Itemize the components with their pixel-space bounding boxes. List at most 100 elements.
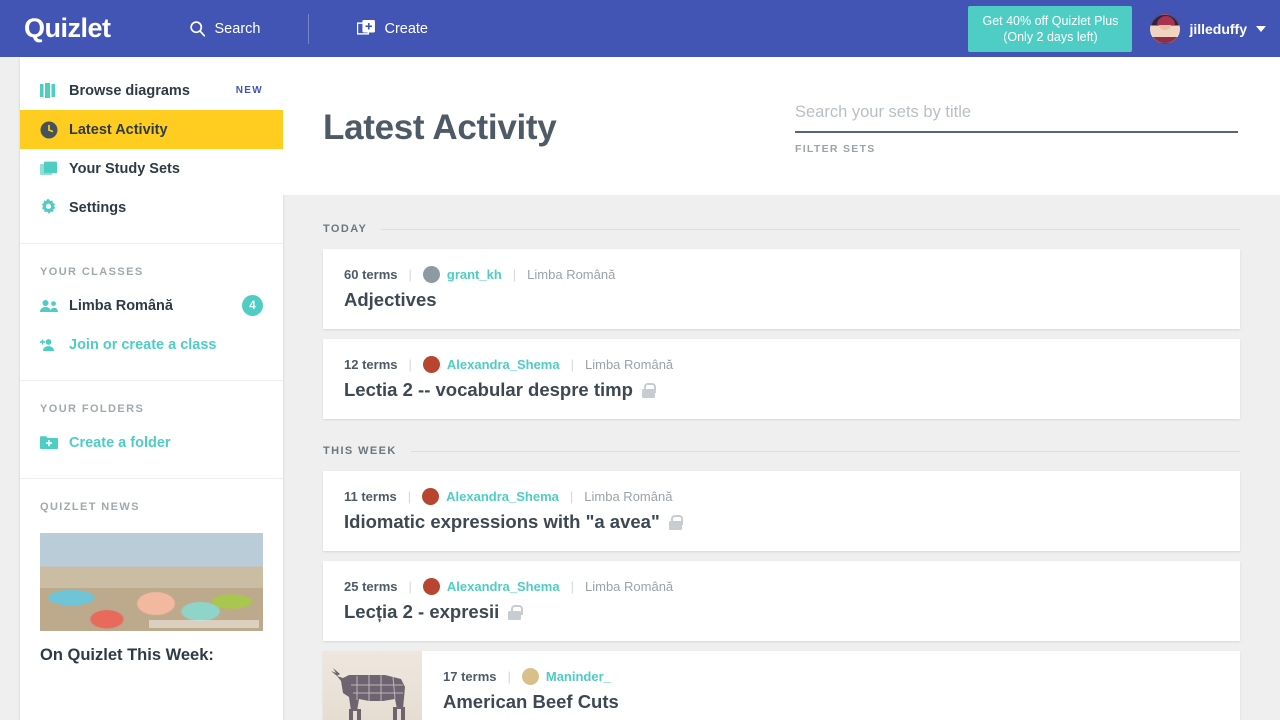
- section-header: THIS WEEK: [323, 445, 1240, 457]
- news-thumbnail[interactable]: [40, 533, 263, 631]
- sidebar: Browse diagrams NEW Latest Activity Your…: [20, 57, 283, 720]
- gear-icon: [40, 199, 62, 216]
- study-set-class[interactable]: Limba Română: [527, 267, 615, 282]
- study-set-body: 11 terms | Alexandra_Shema | Limba Română Idi…: [323, 471, 684, 551]
- meta-separator: |: [570, 579, 574, 594]
- study-set-card[interactable]: 17 terms | Maninder_ American Beef Cuts: [323, 651, 1240, 720]
- add-people-icon: [40, 338, 62, 352]
- header-nav-divider: [308, 13, 310, 44]
- study-set-author[interactable]: Alexandra_Shema: [447, 579, 560, 594]
- create-icon: [357, 20, 376, 37]
- sidebar-join-create-class[interactable]: Join or create a class: [20, 325, 283, 364]
- quizlet-logo[interactable]: Quizlet: [24, 13, 111, 44]
- study-set-body: 17 terms | Maninder_ American Beef Cuts: [422, 651, 619, 720]
- study-set-term-count: 11 terms: [344, 489, 397, 504]
- new-badge: NEW: [235, 85, 263, 96]
- lock-icon: [668, 515, 684, 530]
- study-set-title: American Beef Cuts: [443, 691, 619, 712]
- study-set-title-row: Lecția 2 - expresii: [344, 601, 673, 623]
- avatar: [1150, 13, 1181, 44]
- promo-line-1: Get 40% off Quizlet Plus: [982, 13, 1119, 28]
- add-folder-icon: [40, 435, 62, 450]
- meta-separator: |: [512, 267, 517, 282]
- sidebar-class-label: Limba Română: [69, 297, 173, 314]
- sidebar-create-folder[interactable]: Create a folder: [20, 423, 283, 462]
- sidebar-item-browse-diagrams[interactable]: Browse diagrams NEW: [20, 71, 283, 110]
- author-avatar: [422, 578, 440, 595]
- meta-separator: |: [408, 357, 412, 372]
- clock-icon: [40, 121, 62, 139]
- news-heading: QUIZLET NEWS: [40, 501, 140, 513]
- lock-icon: [508, 605, 523, 620]
- study-set-author[interactable]: grant_kh: [447, 267, 502, 282]
- filter-search-wrap: FILTER SETS: [795, 103, 1238, 155]
- study-set-card[interactable]: 12 terms | Alexandra_Shema | Limba Română Lec…: [323, 339, 1240, 419]
- sidebar-item-settings[interactable]: Settings: [20, 188, 283, 227]
- sidebar-item-label: Browse diagrams: [69, 82, 190, 99]
- create-nav-button[interactable]: Create: [353, 20, 432, 37]
- study-set-card[interactable]: 11 terms | Alexandra_Shema | Limba Română Idi…: [323, 471, 1240, 551]
- sidebar-item-label: Settings: [69, 199, 127, 216]
- study-set-meta: 12 terms | Alexandra_Shema | Limba Română: [344, 356, 673, 373]
- author-avatar: [422, 266, 440, 283]
- sidebar-item-label: Latest Activity: [69, 121, 168, 138]
- study-set-title-row: Adjectives: [344, 289, 615, 311]
- meta-separator: |: [569, 489, 574, 504]
- meta-separator: |: [507, 669, 511, 684]
- section-title: THIS WEEK: [323, 445, 397, 457]
- search-nav-button[interactable]: Search: [185, 20, 265, 37]
- folders-heading: YOUR FOLDERS: [40, 403, 145, 415]
- sidebar-item-label: Your Study Sets: [69, 160, 180, 177]
- search-nav-label: Search: [214, 20, 261, 37]
- study-set-body: 12 terms | Alexandra_Shema | Limba Română Lec…: [323, 339, 673, 419]
- study-set-card[interactable]: 60 terms | grant_kh | Limba Română Adjectives: [323, 249, 1240, 329]
- cards-icon: [40, 161, 62, 176]
- study-set-class[interactable]: Limba Română: [585, 579, 673, 594]
- study-set-author[interactable]: Maninder_: [546, 669, 611, 684]
- study-set-author[interactable]: Alexandra_Shema: [446, 489, 559, 504]
- user-menu[interactable]: jilleduffy: [1150, 13, 1266, 44]
- study-set-class[interactable]: Limba Română: [585, 357, 673, 372]
- sidebar-join-class-label: Join or create a class: [69, 336, 217, 353]
- author-avatar: [422, 356, 440, 373]
- study-set-title-row: American Beef Cuts: [443, 691, 619, 713]
- sidebar-item-latest-activity[interactable]: Latest Activity: [20, 110, 283, 149]
- sidebar-create-folder-label: Create a folder: [69, 434, 171, 451]
- sidebar-folders-block: YOUR FOLDERS Create a folder: [20, 381, 283, 479]
- sidebar-item-your-study-sets[interactable]: Your Study Sets: [20, 149, 283, 188]
- main-header: Latest Activity FILTER SETS: [283, 57, 1280, 195]
- author-avatar: [422, 488, 440, 505]
- study-set-title-row: Idiomatic expressions with "a avea": [344, 511, 684, 533]
- header-nav: Search Create: [185, 0, 432, 57]
- people-icon: [40, 299, 62, 313]
- search-sets-input[interactable]: [795, 103, 1238, 133]
- filter-sets-button[interactable]: FILTER SETS: [795, 143, 1238, 155]
- meta-separator: |: [408, 267, 412, 282]
- study-set-title-row: Lectia 2 -- vocabular despre timp: [344, 379, 673, 401]
- section-title: TODAY: [323, 223, 368, 235]
- sidebar-class-limba-romana[interactable]: Limba Română 4: [20, 286, 283, 325]
- meta-separator: |: [407, 489, 412, 504]
- study-set-card[interactable]: 25 terms | Alexandra_Shema | Limba Română Lec…: [323, 561, 1240, 641]
- study-set-meta: 11 terms | Alexandra_Shema | Limba Română: [344, 488, 682, 505]
- news-title[interactable]: On Quizlet This Week:: [40, 645, 263, 666]
- study-set-class[interactable]: Limba Română: [584, 489, 672, 504]
- diagrams-icon: [40, 83, 62, 98]
- activity-feed: TODAY 60 terms | grant_kh | Limba Română Adjec…: [283, 195, 1280, 720]
- study-set-author[interactable]: Alexandra_Shema: [447, 357, 560, 372]
- study-set-title: Adjectives: [344, 289, 437, 310]
- lock-icon: [641, 383, 657, 398]
- page-title: Latest Activity: [323, 108, 557, 147]
- header-right: Get 40% off Quizlet Plus (Only 2 days le…: [968, 0, 1280, 57]
- chevron-down-icon: [1256, 25, 1266, 32]
- promo-upgrade-button[interactable]: Get 40% off Quizlet Plus (Only 2 days le…: [968, 5, 1133, 52]
- study-set-term-count: 25 terms: [344, 579, 398, 594]
- meta-separator: |: [408, 579, 412, 594]
- study-set-title: Lectia 2 -- vocabular despre timp: [344, 379, 633, 400]
- study-set-body: 60 terms | grant_kh | Limba Română Adjectives: [323, 249, 615, 329]
- section-divider: [381, 228, 1240, 230]
- sidebar-nav-block: Browse diagrams NEW Latest Activity Your…: [20, 57, 283, 244]
- study-set-meta: 25 terms | Alexandra_Shema | Limba Română: [344, 578, 673, 595]
- study-set-term-count: 60 terms: [344, 267, 398, 282]
- study-set-title: Lecția 2 - expresii: [344, 601, 500, 622]
